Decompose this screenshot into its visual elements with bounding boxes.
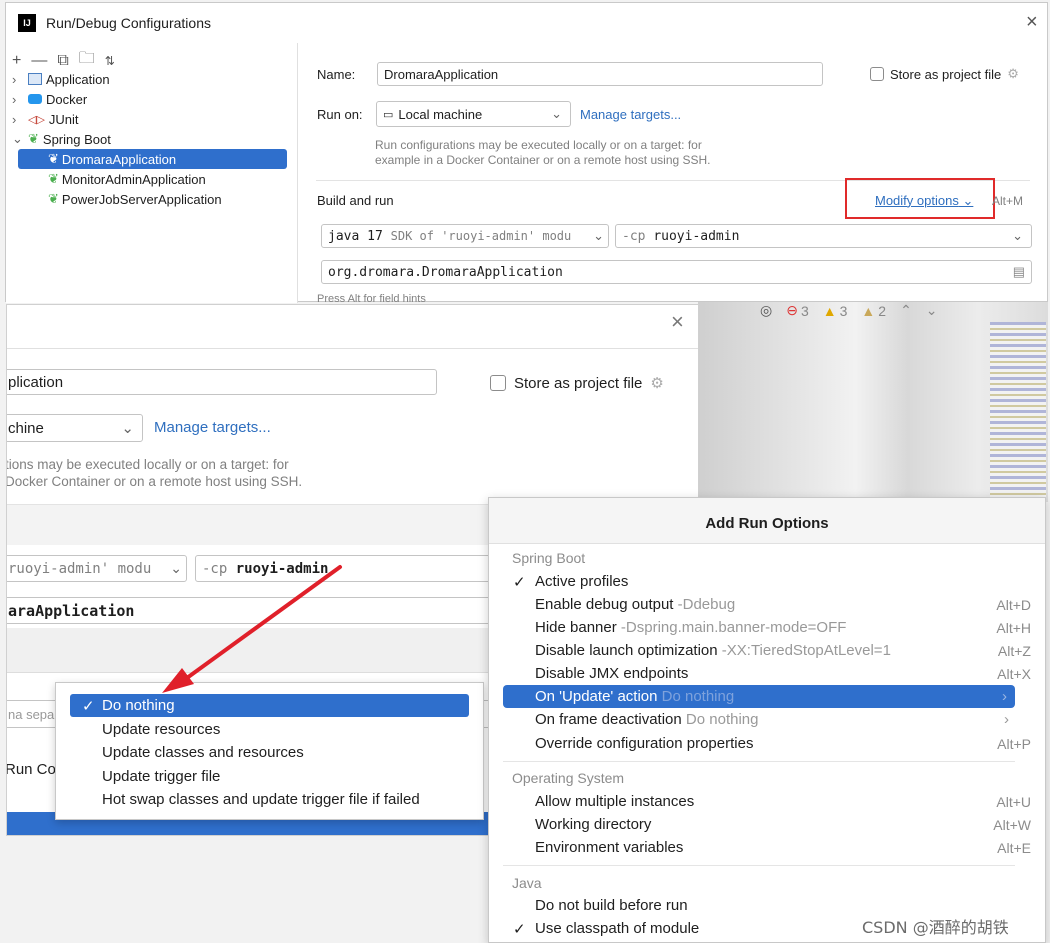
red-arrow-annotation [162,565,342,693]
watermark: CSDN @酒醉的胡铁 [862,918,1009,937]
